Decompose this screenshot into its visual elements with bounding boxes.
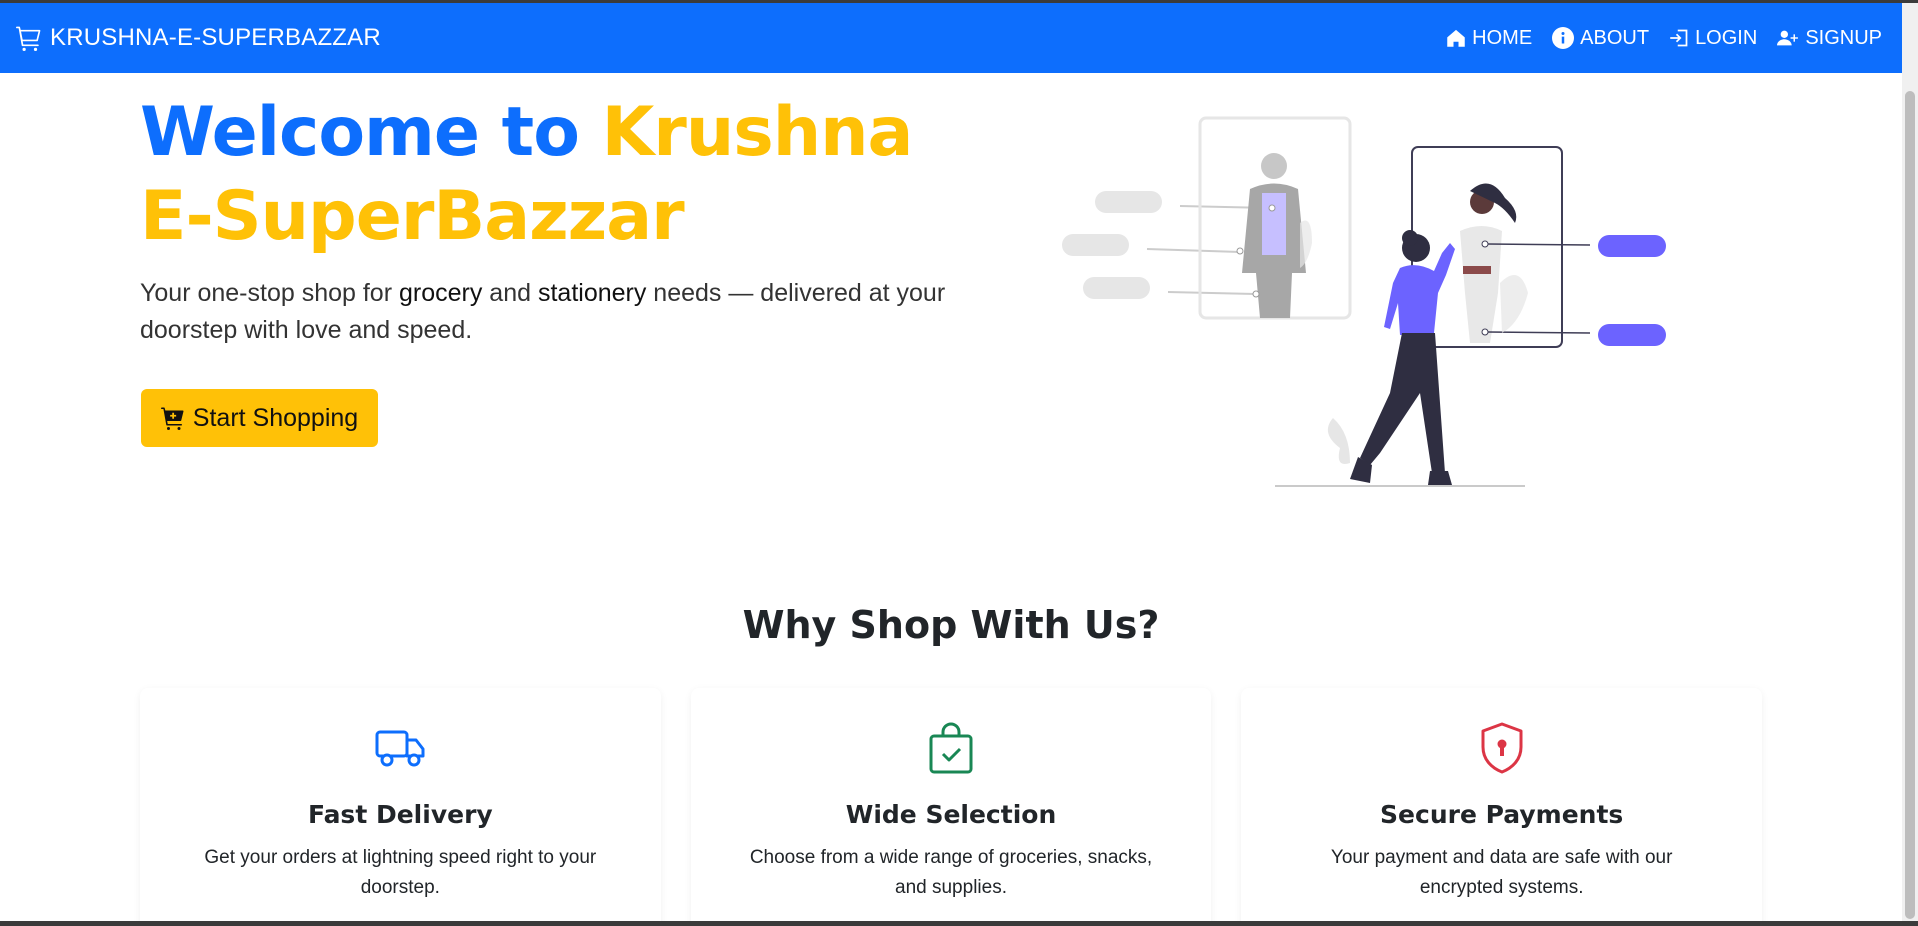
hero-title: Welcome to Krushna E-SuperBazzar (140, 91, 940, 259)
navbar: KRUSHNA-E-SUPERBAZZAR HOME ABOUT LOGIN S… (0, 3, 1902, 73)
start-shopping-button[interactable]: Start Shopping (141, 389, 378, 447)
nav-home[interactable]: HOME (1446, 27, 1532, 50)
hero-title-welcome: Welcome to (140, 93, 602, 172)
feature-title-payments: Secure Payments (1380, 800, 1624, 829)
hero-subtitle: Your one-stop shop for grocery and stati… (140, 275, 960, 349)
hero-subtitle-pre: Your one-stop shop for (140, 279, 399, 307)
info-icon (1552, 27, 1575, 49)
home-icon (1447, 29, 1465, 47)
start-shopping-label: Start Shopping (192, 403, 359, 432)
features-cards: Fast Delivery Get your orders at lightni… (140, 688, 1763, 921)
nav-menu: HOME ABOUT LOGIN SIGNUP (1446, 27, 1882, 50)
page: KRUSHNA-E-SUPERBAZZAR HOME ABOUT LOGIN S… (0, 3, 1902, 921)
hero-subtitle-grocery: grocery (398, 279, 483, 307)
truck-icon (375, 730, 425, 767)
nav-signup[interactable]: SIGNUP (1777, 27, 1882, 50)
features-title: Why Shop With Us? (742, 603, 1160, 647)
login-icon (1670, 29, 1688, 47)
cart-icon (16, 26, 41, 51)
hero-subtitle-and: and (482, 279, 538, 307)
scrollbar-thumb[interactable] (1905, 91, 1915, 919)
brand-link[interactable]: KRUSHNA-E-SUPERBAZZAR (16, 24, 381, 52)
hero-illustration (1062, 116, 1666, 487)
nav-home-label: HOME (1472, 26, 1533, 49)
page-scrollbar[interactable] (1902, 3, 1918, 921)
feature-text-delivery: Get your orders at lightning speed right… (204, 847, 597, 898)
feature-card-payments: Secure Payments Your payment and data ar… (1241, 688, 1763, 921)
feature-title-selection: Wide Selection (845, 800, 1057, 829)
hero-subtitle-stationery: stationery (537, 279, 647, 307)
feature-title-delivery: Fast Delivery (307, 800, 493, 829)
bag-check-icon (929, 722, 973, 774)
nav-about[interactable]: ABOUT (1552, 27, 1649, 50)
cart-plus-icon (160, 407, 184, 430)
nav-about-label: ABOUT (1580, 26, 1650, 49)
person-plus-icon (1777, 30, 1799, 46)
feature-text-selection: Choose from a wide range of groceries, s… (749, 847, 1153, 898)
feature-card-selection: Wide Selection Choose from a wide range … (690, 688, 1212, 921)
brand-label: KRUSHNA-E-SUPERBAZZAR (50, 24, 381, 51)
feature-text-payments: Your payment and data are safe with our … (1330, 847, 1673, 898)
shield-lock-icon (1481, 722, 1523, 774)
nav-login[interactable]: LOGIN (1669, 27, 1757, 50)
nav-signup-label: SIGNUP (1805, 26, 1882, 49)
feature-card-delivery: Fast Delivery Get your orders at lightni… (140, 688, 661, 921)
nav-login-label: LOGIN (1695, 26, 1758, 49)
